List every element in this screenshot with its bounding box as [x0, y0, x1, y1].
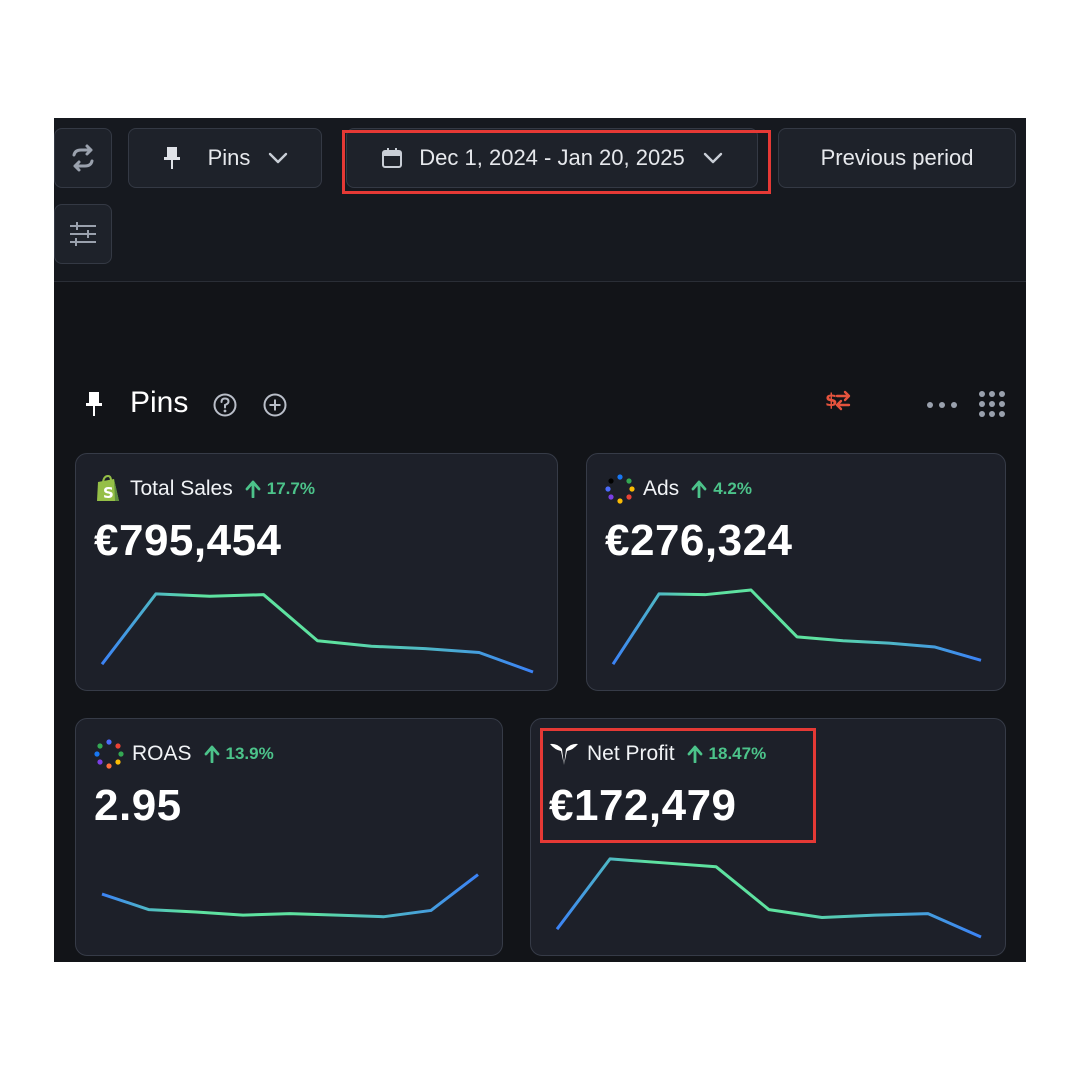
filters-button[interactable]: [54, 204, 112, 264]
card-title: ROAS: [132, 742, 192, 765]
metric-card-ads[interactable]: Ads 4.2% €276,324: [586, 453, 1006, 691]
sliders-icon: [70, 222, 96, 246]
sparkline: [555, 857, 982, 939]
refresh-button[interactable]: [54, 128, 112, 188]
ads-dots-icon: [605, 474, 635, 504]
pins-section-header: Pins $: [54, 380, 1026, 430]
compare-period-button[interactable]: Previous period: [778, 128, 1016, 188]
pin-icon: [163, 147, 180, 169]
sparkline-path: [611, 588, 982, 666]
compare-period-label: Previous period: [820, 145, 974, 170]
card-title: Total Sales: [130, 477, 233, 500]
arrow-up-icon: [691, 480, 707, 498]
arrow-up-icon: [204, 745, 219, 763]
pins-dropdown[interactable]: Pins: [128, 128, 322, 188]
shopify-icon: S: [97, 474, 119, 502]
delta-badge: 4.2%: [691, 479, 752, 499]
question-circle-icon[interactable]: [212, 392, 238, 418]
metric-card-total-sales[interactable]: S Total Sales 17.7% €795,454: [75, 453, 558, 691]
dashboard: Pins Dec 1, 2024 - Jan 20, 2025 Previous…: [54, 118, 1026, 962]
chevron-down-icon: [269, 152, 288, 164]
sparkline-path: [101, 873, 479, 919]
section-title: Pins: [130, 386, 189, 419]
delta-value: 13.9%: [225, 744, 274, 763]
metric-card-roas[interactable]: ROAS 13.9% 2.95: [75, 718, 503, 956]
card-title: Ads: [643, 477, 680, 500]
pin-icon: [86, 392, 102, 416]
metric-value: 2.95: [94, 781, 182, 830]
refresh-icon: [72, 144, 94, 172]
delta-value: 17.7%: [266, 479, 315, 498]
metric-value: €276,324: [605, 516, 793, 565]
sparkline: [611, 588, 982, 666]
highlight-box: [540, 728, 816, 843]
delta-value: 4.2%: [713, 479, 752, 498]
sparkline: [101, 873, 479, 919]
sparkline: [100, 592, 534, 674]
roas-dots-icon: [94, 739, 124, 769]
grid-icon[interactable]: [978, 390, 1006, 418]
more-dots-icon[interactable]: [926, 400, 958, 410]
metric-value: €795,454: [94, 516, 282, 565]
currency-swap-icon[interactable]: $: [824, 388, 852, 414]
highlight-box: [342, 130, 771, 194]
sparkline-path: [555, 857, 982, 939]
plus-circle-icon[interactable]: [262, 392, 288, 418]
delta-badge: 17.7%: [245, 479, 315, 499]
svg-text:$: $: [825, 390, 838, 411]
svg-text:S: S: [103, 484, 114, 502]
delta-badge: 13.9%: [204, 744, 274, 764]
pins-dropdown-label: Pins: [207, 145, 251, 170]
sparkline-path: [100, 592, 534, 674]
arrow-up-icon: [245, 480, 261, 498]
